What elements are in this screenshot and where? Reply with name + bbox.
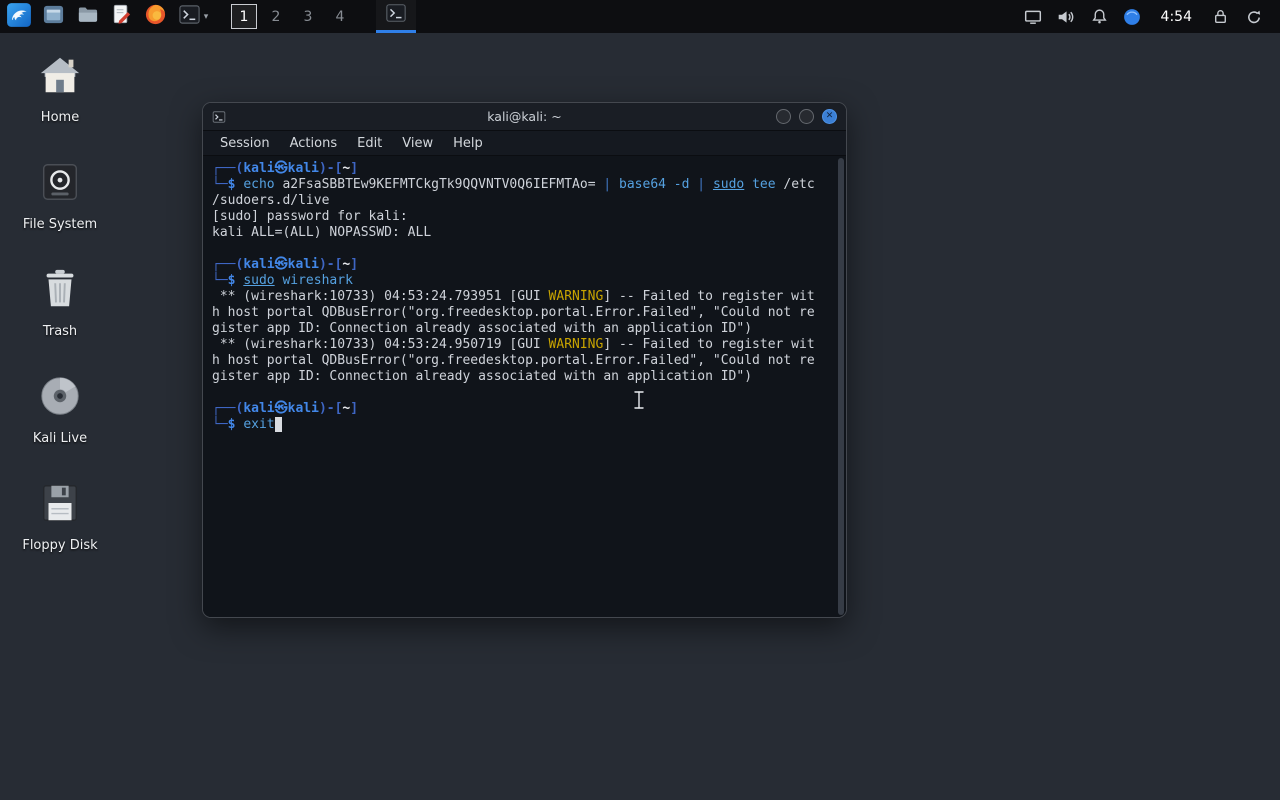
terminal-mini-icon	[212, 110, 226, 124]
terminal-menubar: Session Actions Edit View Help	[203, 131, 846, 156]
terminal-line	[212, 385, 846, 401]
kali-logo-icon	[6, 2, 32, 32]
terminal-line: ┌──(kali㉿kali)-[~]	[212, 401, 846, 417]
top-panel: ▾ 1 2 3 4	[0, 0, 1280, 33]
home-icon	[37, 52, 83, 98]
desktop-icon-label: Kali Live	[33, 432, 87, 446]
terminal-line: gister app ID: Connection already associ…	[212, 369, 846, 385]
workspace-1[interactable]: 1	[228, 0, 260, 33]
minimize-button[interactable]	[776, 109, 791, 124]
menu-session[interactable]: Session	[210, 133, 280, 154]
window-icon	[42, 3, 65, 30]
terminal-launcher-menu-arrow[interactable]: ▾	[200, 0, 212, 33]
terminal-line: h host portal QDBusError("org.freedeskto…	[212, 353, 846, 369]
folder-icon	[76, 3, 99, 30]
workspace-2-label: 2	[272, 9, 281, 25]
maximize-button[interactable]	[799, 109, 814, 124]
desktop-icon-label: Floppy Disk	[22, 539, 97, 553]
terminal-window: kali@kali: ~ ✕ Session Actions Edit View…	[202, 102, 847, 618]
firefox-launcher[interactable]	[138, 0, 172, 33]
window-title: kali@kali: ~	[203, 109, 846, 124]
terminal-line: └─$ echo a2FsaSBBTEw9KEFMTCkgTk9QQVNTV0Q…	[212, 177, 846, 193]
terminal-scrollbar[interactable]	[838, 158, 845, 615]
desktop-icon-label: File System	[23, 218, 97, 232]
clock[interactable]: 4:54	[1149, 9, 1204, 25]
workspace-4-label: 4	[336, 9, 345, 25]
menu-actions[interactable]: Actions	[280, 133, 348, 154]
desktop-icon-trash[interactable]: Trash	[12, 266, 108, 339]
taskbar	[376, 0, 416, 33]
text-editor-icon	[110, 3, 133, 30]
workspace-1-label: 1	[231, 4, 257, 29]
workspace-2[interactable]: 2	[260, 0, 292, 33]
menu-edit[interactable]: Edit	[347, 133, 392, 154]
terminal-icon	[385, 2, 407, 28]
desktop-icon-home[interactable]: Home	[12, 52, 108, 125]
kali-menu-button[interactable]	[2, 0, 36, 33]
display-icon[interactable]	[1017, 0, 1050, 33]
bell-icon[interactable]	[1083, 0, 1116, 33]
menu-view[interactable]: View	[392, 133, 443, 154]
desktop-icon-file-system[interactable]: File System	[12, 159, 108, 232]
cd-disc-icon	[37, 373, 83, 419]
floppy-disk-icon	[37, 480, 83, 526]
power-icon[interactable]	[1237, 0, 1270, 33]
close-button[interactable]: ✕	[822, 109, 837, 124]
terminal-icon	[178, 3, 201, 30]
workspace-4[interactable]: 4	[324, 0, 356, 33]
terminal-line: ┌──(kali㉿kali)-[~]	[212, 257, 846, 273]
network-icon[interactable]	[1116, 0, 1149, 33]
workspace-3[interactable]: 3	[292, 0, 324, 33]
desktop-icon-label: Home	[41, 111, 79, 125]
terminal-line: [sudo] password for kali:	[212, 209, 846, 225]
terminal-line: └─$ sudo wireshark	[212, 273, 846, 289]
show-desktop-launcher[interactable]	[36, 0, 70, 33]
firefox-icon	[144, 3, 167, 30]
volume-icon[interactable]	[1050, 0, 1083, 33]
terminal-line	[212, 241, 846, 257]
workspace-pager: 1 2 3 4	[228, 0, 356, 33]
workspace-3-label: 3	[304, 9, 313, 25]
terminal-line: ** (wireshark:10733) 04:53:24.950719 [GU…	[212, 337, 846, 353]
lock-icon[interactable]	[1204, 0, 1237, 33]
terminal-body[interactable]: ┌──(kali㉿kali)-[~]└─$ echo a2FsaSBBTEw9K…	[203, 156, 846, 617]
desktop-icon-floppy-disk[interactable]: Floppy Disk	[12, 480, 108, 553]
menu-help[interactable]: Help	[443, 133, 493, 154]
trash-icon	[37, 266, 83, 312]
terminal-output: ┌──(kali㉿kali)-[~]└─$ echo a2FsaSBBTEw9K…	[212, 161, 846, 433]
file-manager-launcher[interactable]	[70, 0, 104, 33]
desktop-icon-label: Trash	[43, 325, 77, 339]
terminal-titlebar[interactable]: kali@kali: ~ ✕	[203, 103, 846, 131]
terminal-line: h host portal QDBusError("org.freedeskto…	[212, 305, 846, 321]
scrollbar-thumb[interactable]	[838, 158, 844, 615]
terminal-line: /sudoers.d/live	[212, 193, 846, 209]
desktop-icon-kali-live[interactable]: Kali Live	[12, 373, 108, 446]
text-editor-launcher[interactable]	[104, 0, 138, 33]
terminal-line: └─$ exit	[212, 417, 846, 433]
taskbar-terminal-window[interactable]	[376, 0, 416, 33]
terminal-line: ** (wireshark:10733) 04:53:24.793951 [GU…	[212, 289, 846, 305]
filesystem-drive-icon	[37, 159, 83, 205]
terminal-line: gister app ID: Connection already associ…	[212, 321, 846, 337]
terminal-line: kali ALL=(ALL) NOPASSWD: ALL	[212, 225, 846, 241]
terminal-line: ┌──(kali㉿kali)-[~]	[212, 161, 846, 177]
